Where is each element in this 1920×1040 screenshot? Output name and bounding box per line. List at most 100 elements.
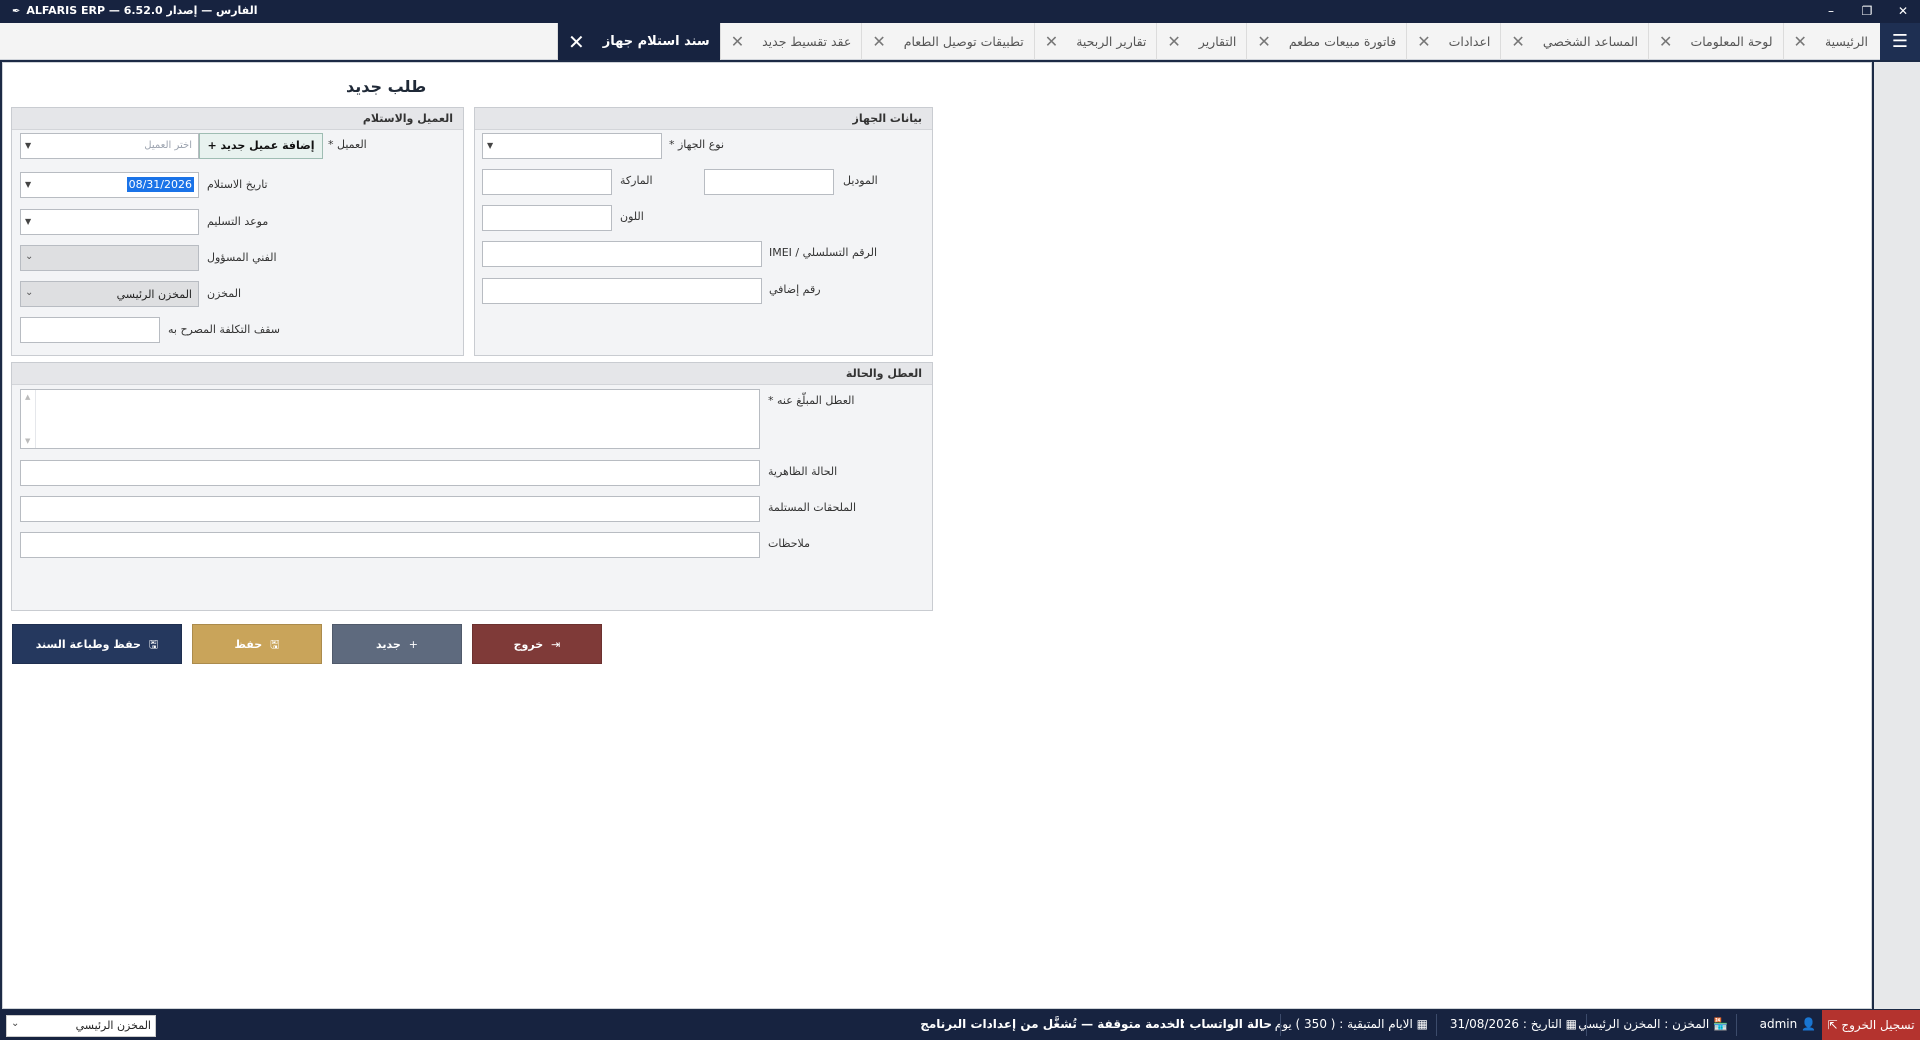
- chevron-down-icon: ⌄: [25, 287, 34, 298]
- tab-reports[interactable]: التقارير ✕: [1156, 23, 1246, 60]
- save-icon: 🖫: [148, 638, 159, 651]
- customer-label: العميل *: [328, 138, 367, 151]
- delivery-date-label: موعد التسليم: [207, 215, 269, 228]
- button-label: جديد: [376, 638, 401, 651]
- notes-label: ملاحظات: [768, 537, 810, 550]
- tabs-list: الرئيسية ✕ لوحة المعلومات ✕ المساعد الشخصي…: [557, 23, 1878, 60]
- menu-icon[interactable]: ☰: [1880, 23, 1920, 60]
- whatsapp-status-label: حالة الواتساب :: [1180, 1017, 1272, 1031]
- chevron-down-icon: ⌄: [25, 251, 34, 262]
- exit-icon: ⇥: [551, 638, 561, 651]
- brand-label: الماركة: [620, 174, 653, 187]
- app-title-text: ALFARIS ERP — الفارس — إصدار 6.52.0: [26, 4, 258, 17]
- user-icon: 👤: [1797, 1017, 1816, 1031]
- close-icon[interactable]: ✕: [1659, 32, 1672, 51]
- tab-label: لوحة المعلومات: [1690, 34, 1773, 49]
- tab-food-delivery-apps[interactable]: تطبيقات توصيل الطعام ✕: [861, 23, 1033, 60]
- tab-label: الرئيسية: [1824, 34, 1868, 49]
- current-store: 🏪 المخزن : المخزن الرئيسي: [1578, 1017, 1728, 1031]
- reported-fault-textarea[interactable]: ▲ ▼: [20, 389, 760, 449]
- receive-date-value: 08/31/2026: [126, 177, 194, 192]
- device-type-select[interactable]: ▼: [482, 133, 662, 159]
- add-customer-button[interactable]: + إضافة عميل جديد: [199, 133, 323, 159]
- appearance-label: الحالة الظاهرية: [768, 465, 838, 478]
- tab-label: تقارير الربحية: [1076, 34, 1147, 49]
- panel-header: بيانات الجهاز: [475, 108, 932, 130]
- extra-number-input[interactable]: [482, 278, 762, 304]
- save-icon: 🖫: [270, 638, 280, 651]
- textarea-scrollbar[interactable]: ▲ ▼: [21, 390, 36, 448]
- close-icon[interactable]: ✕: [1257, 32, 1270, 51]
- close-icon[interactable]: ✕: [1511, 32, 1524, 51]
- tab-personal-assistant[interactable]: المساعد الشخصي ✕: [1500, 23, 1648, 60]
- close-icon[interactable]: ✕: [1045, 32, 1058, 51]
- serial-input[interactable]: [482, 241, 762, 267]
- logout-icon: ⇱: [1827, 1018, 1842, 1032]
- tab-settings[interactable]: اعدادات ✕: [1406, 23, 1500, 60]
- new-button[interactable]: جديد +: [332, 624, 462, 664]
- tab-label: المساعد الشخصي: [1542, 34, 1639, 49]
- appearance-input[interactable]: [20, 460, 760, 486]
- customer-select[interactable]: ▼ اختر العميل: [20, 133, 199, 159]
- store-select-value: المخزن الرئيسي: [75, 1019, 151, 1032]
- current-date: ▦ التاريخ : 31/08/2026: [1450, 1017, 1577, 1031]
- current-user: 👤 admin: [1760, 1017, 1816, 1031]
- scroll-up-icon[interactable]: ▲: [25, 393, 30, 401]
- device-type-label: نوع الجهاز *: [669, 138, 725, 151]
- minimize-button[interactable]: –: [1816, 1, 1846, 21]
- close-icon[interactable]: ✕: [1794, 32, 1807, 51]
- dropdown-arrow-icon: ▼: [25, 180, 32, 189]
- tab-installment-contract[interactable]: عقد تقسيط جديد ✕: [719, 23, 862, 60]
- divider: [1586, 1014, 1587, 1036]
- tab-label: سند استلام جهاز: [602, 34, 710, 49]
- tab-profit-reports[interactable]: تقارير الربحية ✕: [1033, 23, 1157, 60]
- close-icon[interactable]: ✕: [872, 32, 885, 51]
- close-icon[interactable]: ✕: [731, 32, 744, 51]
- store-label: المخزن: [207, 287, 242, 300]
- delivery-date-picker[interactable]: ▼: [20, 209, 199, 235]
- date-text: التاريخ : 31/08/2026: [1449, 1017, 1562, 1031]
- remaining-days-text: الايام المتبقية : ( 350 ) يوم: [1274, 1017, 1413, 1031]
- close-icon[interactable]: ✕: [1417, 32, 1430, 51]
- store-select[interactable]: ⌄ المخزن الرئيسي: [20, 281, 199, 307]
- calendar-icon: ▦: [1412, 1017, 1428, 1031]
- tab-home[interactable]: الرئيسية ✕: [1782, 23, 1878, 60]
- notes-input[interactable]: [20, 532, 760, 558]
- accessories-input[interactable]: [20, 496, 760, 522]
- exit-button[interactable]: خروج ⇥: [472, 624, 602, 664]
- color-input[interactable]: [482, 205, 612, 231]
- technician-label: الفني المسؤول: [207, 251, 277, 264]
- extra-number-label: رقم إضافي: [769, 283, 821, 296]
- technician-select[interactable]: ⌄: [20, 245, 199, 271]
- statusbar-store-select[interactable]: ⌄ المخزن الرئيسي: [6, 1015, 156, 1037]
- tab-label: عقد تقسيط جديد: [762, 34, 852, 49]
- model-input[interactable]: [704, 169, 834, 195]
- page-title: طلب جديد: [346, 77, 427, 96]
- receive-date-picker[interactable]: ▼ 08/31/2026: [20, 172, 199, 198]
- tab-dashboard[interactable]: لوحة المعلومات ✕: [1648, 23, 1782, 60]
- close-window-button[interactable]: ✕: [1888, 1, 1918, 21]
- app-logo-icon: ✒: [12, 6, 21, 17]
- save-and-print-button[interactable]: حفظ وطباعة السند 🖫: [12, 624, 182, 664]
- dropdown-arrow-icon: ▼: [487, 141, 494, 150]
- logout-button[interactable]: ⇱ تسجيل الخروج: [1822, 1010, 1920, 1040]
- dropdown-arrow-icon: ▼: [25, 141, 32, 150]
- tab-bar: الرئيسية ✕ لوحة المعلومات ✕ المساعد الشخصي…: [0, 23, 1920, 60]
- panel-header: العطل والحالة: [12, 363, 932, 385]
- tab-label: فاتورة مبيعات مطعم: [1288, 34, 1397, 49]
- save-button[interactable]: حفظ 🖫: [192, 624, 322, 664]
- cost-cap-input[interactable]: [20, 317, 160, 343]
- tab-device-receipt[interactable]: سند استلام جهاز ✕: [557, 23, 720, 60]
- tab-restaurant-invoice[interactable]: فاتورة مبيعات مطعم ✕: [1246, 23, 1406, 60]
- brand-input[interactable]: [482, 169, 612, 195]
- restore-button[interactable]: ❐: [1852, 1, 1882, 21]
- close-icon[interactable]: ✕: [1167, 32, 1180, 51]
- store-text: المخزن : المخزن الرئيسي: [1578, 1017, 1710, 1031]
- store-icon: 🏪: [1709, 1017, 1728, 1031]
- user-name: admin: [1759, 1017, 1798, 1031]
- close-icon[interactable]: ✕: [568, 30, 585, 54]
- tab-label: تطبيقات توصيل الطعام: [903, 34, 1024, 49]
- scroll-down-icon[interactable]: ▼: [25, 437, 30, 445]
- side-strip: [1874, 62, 1920, 1009]
- tab-label: التقارير: [1198, 34, 1237, 49]
